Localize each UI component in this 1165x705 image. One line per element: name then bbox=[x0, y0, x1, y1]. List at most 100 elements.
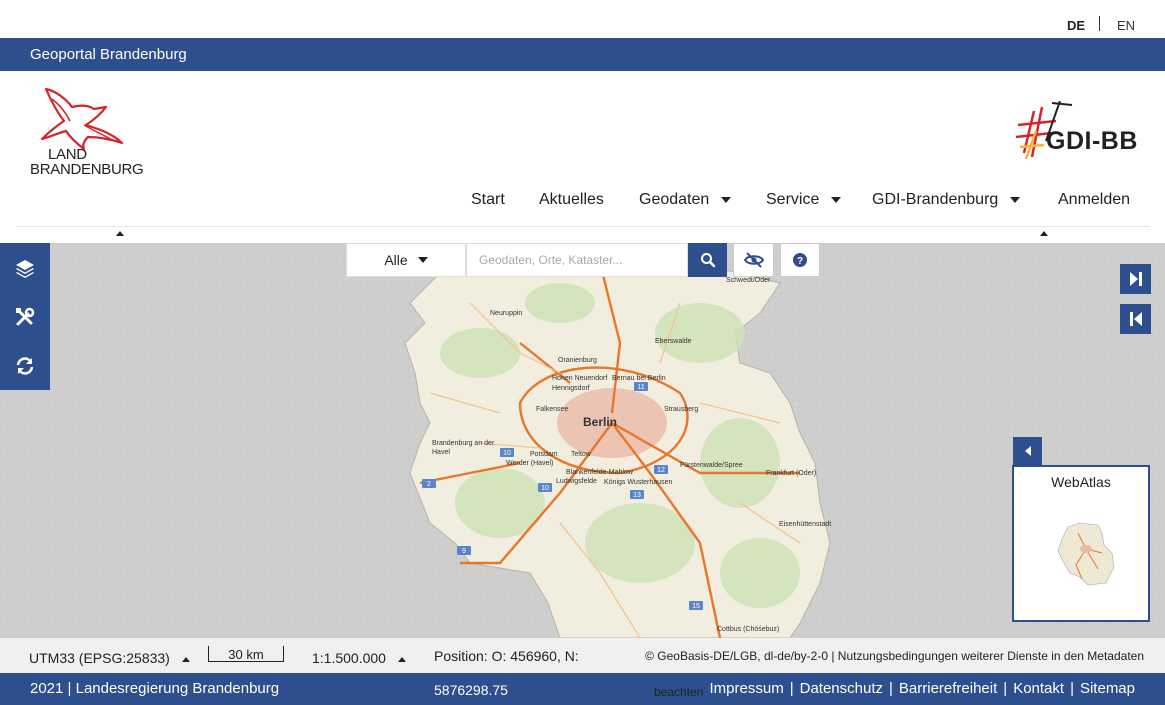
svg-text:Hennigsdorf: Hennigsdorf bbox=[552, 385, 590, 392]
footer-link-kontakt[interactable]: Kontakt bbox=[1013, 680, 1064, 697]
svg-text:Neuruppin: Neuruppin bbox=[490, 310, 522, 317]
footer-link-barrierefreiheit[interactable]: Barrierefreiheit bbox=[899, 680, 997, 697]
toggle-visibility-button[interactable] bbox=[733, 243, 774, 277]
top-bar: Geoportal Brandenburg bbox=[0, 38, 1165, 71]
chevron-down-icon bbox=[721, 196, 732, 203]
question-circle-icon: ? bbox=[793, 253, 807, 267]
footer-separator: | bbox=[1070, 680, 1074, 697]
mouse-position-label: Position: O: 456960, N: bbox=[434, 648, 579, 664]
nav-geodaten[interactable]: Geodaten bbox=[639, 191, 732, 209]
nav-service[interactable]: Service bbox=[766, 191, 842, 209]
nav-service-label: Service bbox=[766, 191, 820, 208]
tools-button[interactable] bbox=[0, 292, 50, 341]
footer-separator: | bbox=[889, 680, 893, 697]
refresh-button[interactable] bbox=[0, 341, 50, 390]
chevron-down-icon bbox=[417, 257, 428, 263]
svg-text:Bernau bei Berlin: Bernau bei Berlin bbox=[612, 375, 666, 382]
svg-text:11: 11 bbox=[637, 384, 644, 391]
map-graphic: 111012 21013 915 Schwedt/Oder Neuruppin … bbox=[0, 243, 1165, 638]
search-category-value: Alle bbox=[384, 252, 408, 268]
svg-text:15: 15 bbox=[692, 603, 700, 610]
collapse-right-caret-icon[interactable] bbox=[1040, 231, 1048, 236]
svg-text:Königs Wusterhausen: Königs Wusterhausen bbox=[604, 479, 672, 486]
svg-text:9: 9 bbox=[462, 548, 466, 555]
scale-value: 1:1.500.000 bbox=[312, 650, 386, 666]
overview-map[interactable] bbox=[1018, 493, 1144, 617]
overview-map-graphic bbox=[1057, 522, 1115, 586]
svg-text:Berlin: Berlin bbox=[583, 415, 617, 429]
svg-text:Brandenburg an der: Brandenburg an der bbox=[432, 440, 495, 447]
svg-text:Fürstenwalde/Spree: Fürstenwalde/Spree bbox=[680, 462, 743, 469]
nav-anmelden-label: Anmelden bbox=[1058, 191, 1131, 208]
crs-selector[interactable]: UTM33 (EPSG:25833) bbox=[29, 650, 190, 666]
tools-icon bbox=[16, 307, 35, 325]
map-tools-sidebar bbox=[0, 243, 50, 390]
map-status-bar: UTM33 (EPSG:25833) 30 km 1:1.500.000 Pos… bbox=[0, 638, 1165, 674]
svg-text:Eberswalde: Eberswalde bbox=[655, 338, 692, 345]
refresh-icon bbox=[16, 356, 34, 375]
svg-text:Teltow: Teltow bbox=[571, 451, 592, 458]
footer-link-impressum[interactable]: Impressum bbox=[710, 680, 784, 697]
map-attribution: © GeoBasis-DE/LGB, dl-de/by-2-0 | Nutzun… bbox=[645, 649, 1144, 663]
logo-text-land: LAND bbox=[48, 146, 87, 163]
lang-en-link[interactable]: EN bbox=[1117, 18, 1135, 33]
chevron-down-icon bbox=[831, 196, 842, 203]
svg-text:10: 10 bbox=[503, 450, 511, 457]
step-forward-icon bbox=[1129, 272, 1142, 286]
svg-text:Blankenfelde-Mahlow: Blankenfelde-Mahlow bbox=[566, 469, 634, 476]
svg-text:Potsdam: Potsdam bbox=[530, 451, 558, 458]
svg-text:Hohen Neuendorf: Hohen Neuendorf bbox=[552, 375, 607, 382]
language-bar: DE EN bbox=[0, 0, 1165, 38]
nav-aktuelles[interactable]: Aktuelles bbox=[539, 191, 604, 209]
svg-text:Eisenhüttenstadt: Eisenhüttenstadt bbox=[779, 521, 831, 528]
attribution-continuation: beachten bbox=[654, 685, 704, 699]
overview-map-panel: WebAtlas bbox=[1012, 465, 1150, 622]
footer-separator: | bbox=[1003, 680, 1008, 697]
brandenburg-logo-text: LAND BRANDENBURG bbox=[30, 146, 144, 177]
svg-text:Falkensee: Falkensee bbox=[536, 406, 568, 413]
nav-divider bbox=[16, 226, 1150, 227]
svg-text:Ludwigsfelde: Ludwigsfelde bbox=[556, 478, 597, 485]
overview-title: WebAtlas bbox=[1051, 474, 1111, 490]
search-category-select[interactable]: Alle bbox=[346, 243, 466, 277]
footer-link-datenschutz[interactable]: Datenschutz bbox=[800, 680, 883, 697]
map-canvas[interactable]: 11 10 12 2 10 13 9 15 Schwedt/Oder Neuruppin … bbox=[0, 243, 1165, 638]
footer-links: Impressum | Datenschutz | Barrierefreiheit | K… bbox=[710, 680, 1135, 697]
footer-link-sitemap[interactable]: Sitemap bbox=[1080, 680, 1135, 697]
main-navigation: Start Aktuelles Geodaten Service GDI-Bra… bbox=[0, 191, 1165, 219]
help-button[interactable]: ? bbox=[780, 243, 820, 277]
search-input[interactable] bbox=[466, 243, 688, 277]
overview-toggle-button[interactable] bbox=[1013, 437, 1042, 465]
caret-up-icon bbox=[181, 656, 190, 662]
svg-text:Frankfurt (Oder): Frankfurt (Oder) bbox=[766, 470, 816, 477]
header: LAND BRANDENBURG GDI-BB Start Aktuelles … bbox=[0, 71, 1165, 243]
lang-de-link[interactable]: DE bbox=[1067, 18, 1085, 33]
footer: 2021 | Landesregierung Brandenburg 58762… bbox=[0, 673, 1165, 705]
step-backward-icon bbox=[1129, 312, 1142, 326]
caret-up-icon bbox=[397, 656, 406, 662]
svg-text:Havel: Havel bbox=[432, 449, 450, 456]
nav-start[interactable]: Start bbox=[471, 191, 505, 209]
collapse-left-caret-icon[interactable] bbox=[116, 231, 124, 236]
nav-anmelden[interactable]: Anmelden bbox=[1058, 191, 1130, 209]
svg-text:Strausberg: Strausberg bbox=[664, 406, 698, 413]
svg-text:Oranienburg: Oranienburg bbox=[558, 357, 597, 364]
nav-geodaten-label: Geodaten bbox=[639, 191, 710, 208]
portal-title[interactable]: Geoportal Brandenburg bbox=[30, 46, 187, 63]
svg-text:10: 10 bbox=[541, 485, 549, 492]
footer-copyright: 2021 | Landesregierung Brandenburg bbox=[30, 680, 280, 697]
scale-selector[interactable]: 1:1.500.000 bbox=[312, 650, 406, 666]
search-button[interactable] bbox=[688, 243, 727, 277]
svg-text:Schwedt/Oder: Schwedt/Oder bbox=[726, 277, 771, 284]
layers-button[interactable] bbox=[0, 243, 50, 292]
eye-slash-icon bbox=[743, 252, 764, 268]
gdi-bb-logo-text: GDI-BB bbox=[1046, 127, 1138, 155]
nav-gdi-brandenburg[interactable]: GDI-Brandenburg bbox=[872, 191, 1021, 209]
expand-panel-button[interactable] bbox=[1120, 264, 1151, 294]
svg-text:12: 12 bbox=[657, 467, 665, 474]
svg-text:Cottbus (Chóśebuz): Cottbus (Chóśebuz) bbox=[717, 626, 779, 633]
nav-aktuelles-label: Aktuelles bbox=[539, 191, 604, 208]
mouse-position-value: 5876298.75 bbox=[434, 682, 508, 698]
collapse-panel-button[interactable] bbox=[1120, 304, 1151, 334]
svg-text:13: 13 bbox=[633, 492, 641, 499]
